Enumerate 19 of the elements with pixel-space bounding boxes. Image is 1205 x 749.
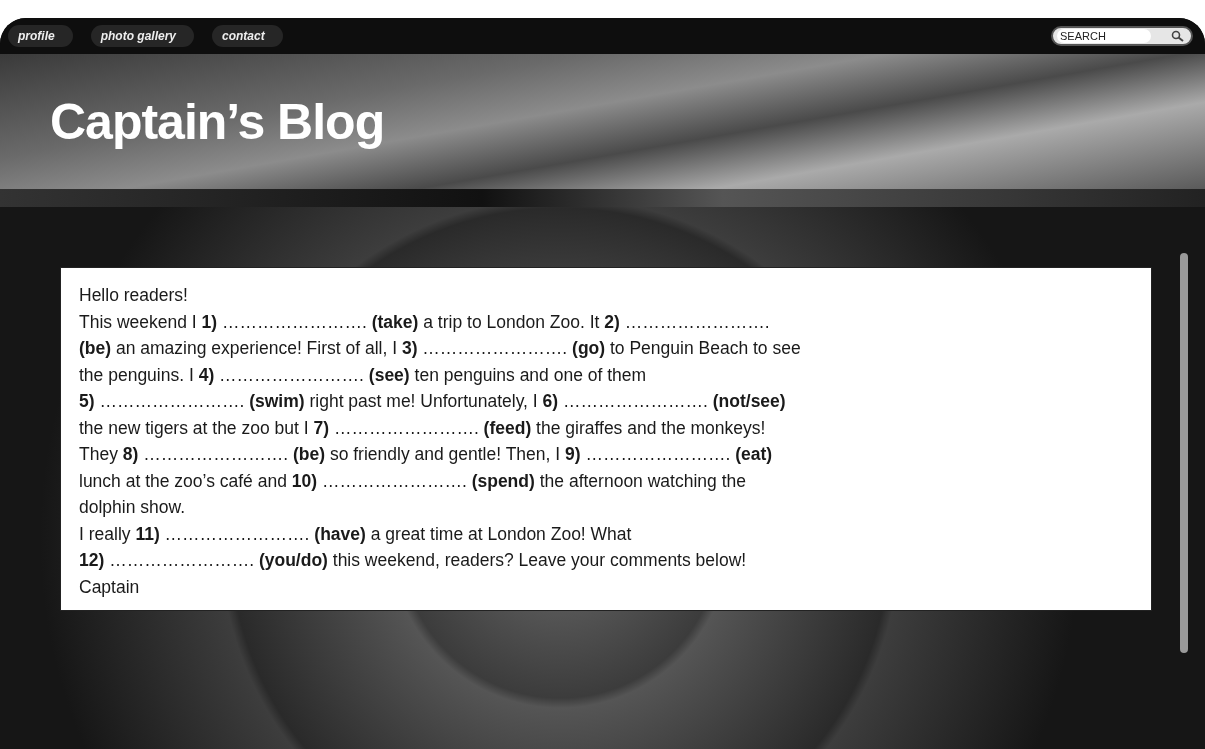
- post-text: They 8) ……………………. (be) so friendly and gentle! Then, I 9) ……………………. (eat): [79, 443, 774, 466]
- post-text: I really 11) ……………………. (have) a great time at London Zoo! What: [79, 522, 633, 546]
- post-text: dolphin show.: [79, 496, 187, 519]
- nav-link[interactable]: profile: [8, 25, 73, 47]
- nav-link[interactable]: photo gallery: [90, 25, 194, 47]
- post-text: Captain: [79, 575, 141, 599]
- scrollbar[interactable]: [1180, 253, 1188, 653]
- post-text: the penguins. I 4) ……………………. (see) ten penguins and one of them: [79, 363, 648, 387]
- blog-title: Captain’s Blog: [50, 92, 385, 151]
- post-text: 5) ……………………. (swim) right past me! Unfortunately, I 6) ……………………. (not/see): [79, 390, 787, 413]
- post-text: (be) an amazing experience! First of all, I 3) ……………………. (go) to Penguin Beach to see: [79, 337, 802, 360]
- post-text: lunch at the zoo’s café and 10) ……………………. (spend) the afternoon watching the: [79, 469, 747, 493]
- post-text: Hello readers!: [79, 284, 189, 307]
- post-text: This weekend I 1) ……………………. (take) a trip to London Zoo. It 2) …………………….: [79, 310, 771, 334]
- nav-link[interactable]: contact: [212, 25, 283, 47]
- search-field[interactable]: SEARCH: [1051, 26, 1193, 46]
- post-text: 12) ……………………. (you/do) this weekend, readers? Leave your comments below!: [79, 549, 748, 572]
- post-text: the new tigers at the zoo but I 7) ……………………. (feed) the giraffes and the monkeys!: [79, 416, 767, 440]
- search-icon[interactable]: [1171, 30, 1185, 42]
